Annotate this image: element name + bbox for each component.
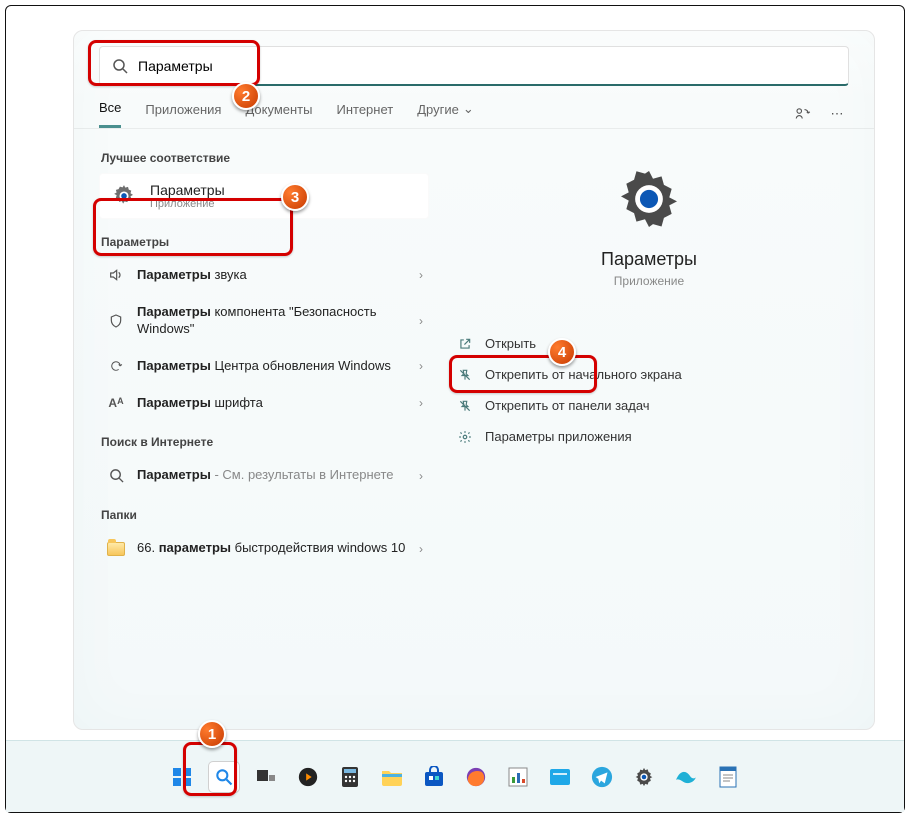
taskbar-app-blue[interactable] — [545, 762, 575, 792]
best-match-item[interactable]: Параметры Приложение — [99, 173, 429, 219]
section-params: Параметры — [101, 235, 429, 249]
taskbar-taskview[interactable] — [251, 762, 281, 792]
gear-icon — [110, 182, 138, 210]
action-open[interactable]: Открыть — [449, 328, 749, 359]
search-tabs: Все Приложения Документы Интернет Другие… — [74, 86, 874, 129]
result-label: Параметры компонента "Безопасность Windo… — [137, 304, 419, 338]
gear-icon — [455, 430, 475, 444]
search-icon — [105, 468, 127, 483]
result-sound[interactable]: Параметры звука › — [99, 257, 429, 294]
shield-icon — [105, 313, 127, 329]
taskbar-store[interactable] — [419, 762, 449, 792]
result-label: 66. параметры быстродействия windows 10 — [137, 540, 419, 557]
result-folder[interactable]: 66. параметры быстродействия windows 10 … — [99, 530, 429, 567]
action-label: Открепить от панели задач — [485, 398, 650, 413]
profile-sync-icon[interactable] — [791, 102, 815, 126]
action-unpin-start[interactable]: Открепить от начального экрана — [449, 359, 749, 390]
gear-icon-large — [617, 167, 681, 231]
chevron-right-icon: › — [419, 542, 423, 556]
font-icon: AA — [105, 396, 127, 410]
taskbar-search[interactable] — [209, 762, 239, 792]
chevron-right-icon: › — [419, 268, 423, 282]
taskbar-writer[interactable] — [713, 762, 743, 792]
preview-pane: Параметры Приложение Открыть Открепить о… — [429, 147, 849, 567]
best-match-title: Параметры — [150, 182, 225, 198]
section-best-match: Лучшее соответствие — [101, 151, 429, 165]
search-window: Все Приложения Документы Интернет Другие… — [73, 30, 875, 730]
tab-docs[interactable]: Документы — [245, 102, 312, 127]
action-app-settings[interactable]: Параметры приложения — [449, 421, 749, 452]
action-unpin-taskbar[interactable]: Открепить от панели задач — [449, 390, 749, 421]
open-icon — [455, 337, 475, 351]
taskbar-telegram[interactable] — [587, 762, 617, 792]
search-box[interactable] — [99, 46, 849, 86]
search-icon — [112, 58, 128, 74]
tab-all[interactable]: Все — [99, 100, 121, 128]
chevron-down-icon: ⌄ — [463, 101, 474, 117]
taskbar — [6, 740, 904, 812]
tab-more[interactable]: Другие ⌄ — [417, 101, 474, 127]
result-security[interactable]: Параметры компонента "Безопасность Windo… — [99, 294, 429, 348]
unpin-icon — [455, 399, 475, 413]
unpin-icon — [455, 368, 475, 382]
more-icon[interactable]: ⋯ — [825, 102, 849, 126]
result-web[interactable]: Параметры - См. результаты в Интернете › — [99, 457, 429, 494]
result-label: Параметры шрифта — [137, 395, 419, 412]
taskbar-calculator[interactable] — [335, 762, 365, 792]
refresh-icon — [105, 358, 127, 374]
search-input[interactable] — [138, 58, 836, 74]
best-match-text: Параметры Приложение — [150, 182, 225, 210]
result-font[interactable]: AA Параметры шрифта › — [99, 385, 429, 422]
chevron-right-icon: › — [419, 359, 423, 373]
action-label: Открыть — [485, 336, 536, 351]
folder-icon — [105, 542, 127, 556]
result-label: Параметры звука — [137, 267, 419, 284]
chevron-right-icon: › — [419, 469, 423, 483]
taskbar-start[interactable] — [167, 762, 197, 792]
result-label: Параметры Центра обновления Windows — [137, 358, 419, 375]
taskbar-firefox[interactable] — [461, 762, 491, 792]
taskbar-chart[interactable] — [503, 762, 533, 792]
result-label: Параметры - См. результаты в Интернете — [137, 467, 419, 484]
taskbar-settings[interactable] — [629, 762, 659, 792]
preview-title: Параметры — [601, 249, 697, 270]
taskbar-explorer[interactable] — [377, 762, 407, 792]
tab-web[interactable]: Интернет — [336, 102, 393, 127]
best-match-sub: Приложение — [150, 198, 225, 210]
action-label: Открепить от начального экрана — [485, 367, 682, 382]
tab-apps[interactable]: Приложения — [145, 102, 221, 127]
taskbar-media[interactable] — [293, 762, 323, 792]
chevron-right-icon: › — [419, 396, 423, 410]
tab-more-label: Другие — [417, 102, 459, 117]
result-update[interactable]: Параметры Центра обновления Windows › — [99, 348, 429, 385]
speaker-icon — [105, 267, 127, 283]
taskbar-app-cyan[interactable] — [671, 762, 701, 792]
action-label: Параметры приложения — [485, 429, 632, 444]
results-left: Лучшее соответствие Параметры Приложение… — [99, 147, 429, 567]
preview-type: Приложение — [614, 274, 684, 288]
chevron-right-icon: › — [419, 314, 423, 328]
section-folders: Папки — [101, 508, 429, 522]
section-web: Поиск в Интернете — [101, 435, 429, 449]
preview-actions: Открыть Открепить от начального экрана О… — [449, 328, 749, 452]
